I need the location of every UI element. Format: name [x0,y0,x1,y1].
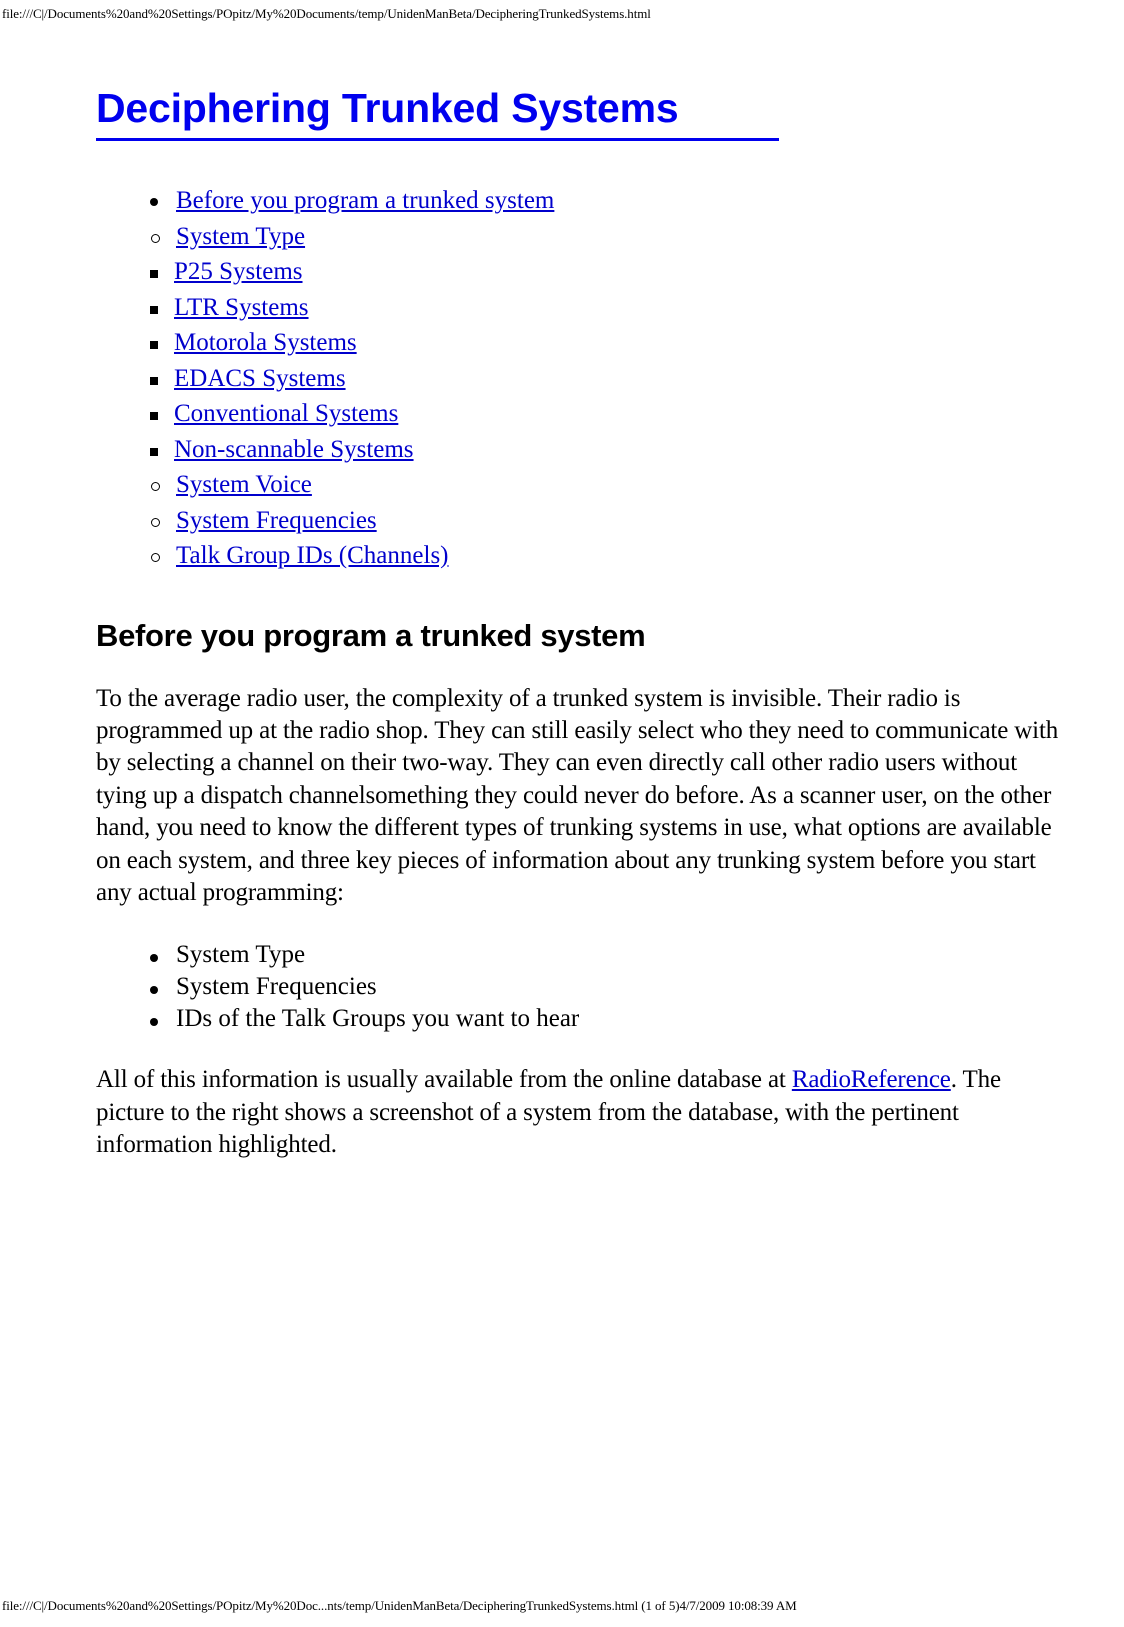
list-item: System Frequencies [96,503,1068,539]
disc-bullet-icon [150,198,158,206]
document-content: Deciphering Trunked Systems Before you p… [96,84,1068,1162]
circle-bullet-icon [151,233,160,243]
radioreference-link[interactable]: RadioReference [792,1066,951,1093]
key-info-system-frequencies: System Frequencies [176,973,377,1001]
browser-footer-url: file:///C|/Documents%20and%20Settings/PO… [2,1598,797,1613]
toc-link-system-voice[interactable]: System Voice [176,471,312,498]
circle-bullet-icon [151,517,160,527]
disc-bullet-icon [150,986,158,995]
list-item: Conventional Systems [96,396,1068,432]
toc-link-system-frequencies[interactable]: System Frequencies [176,507,377,534]
title-underline-rule [96,138,779,141]
list-item: IDs of the Talk Groups you want to hear [96,1003,1068,1035]
database-paragraph-text-before: All of this information is usually avail… [96,1066,792,1094]
toc-link-ltr-systems[interactable]: LTR Systems [174,294,309,321]
key-info-system-type: System Type [176,941,306,969]
database-paragraph: All of this information is usually avail… [96,1064,1068,1161]
square-bullet-icon [150,447,158,456]
key-information-list: System Type System Frequencies IDs of th… [96,939,1068,1035]
intro-paragraph: To the average radio user, the complexit… [96,684,1059,906]
section-heading: Before you program a trunked system [96,617,646,653]
browser-header-url: file:///C|/Documents%20and%20Settings/PO… [2,6,651,21]
list-item: P25 Systems [96,254,1068,290]
toc-link-non-scannable-systems[interactable]: Non-scannable Systems [174,436,414,463]
list-item: Before you program a trunked system [96,183,1068,219]
list-item: LTR Systems [96,290,1068,326]
table-of-contents: Before you program a trunked system Syst… [96,183,1068,574]
square-bullet-icon [150,270,158,278]
list-item: EDACS Systems [96,361,1068,397]
circle-bullet-icon [151,553,160,562]
disc-bullet-icon [150,954,158,963]
list-item: System Type [96,939,1068,971]
page-title: Deciphering Trunked Systems [96,85,679,131]
toc-link-edacs-systems[interactable]: EDACS Systems [174,365,346,392]
list-item: Motorola Systems [96,325,1068,361]
toc-link-before-you-program-a-trunked-system[interactable]: Before you program a trunked system [176,187,554,214]
square-bullet-icon [150,376,158,385]
list-item: System Type [96,219,1068,255]
list-item: System Frequencies [96,971,1068,1003]
toc-link-p25-systems[interactable]: P25 Systems [174,258,303,285]
list-item: Non-scannable Systems [96,432,1068,468]
list-item: System Voice [96,467,1068,503]
toc-link-conventional-systems[interactable]: Conventional Systems [174,400,398,427]
toc-link-talk-group-ids[interactable]: Talk Group IDs (Channels) [176,542,449,569]
square-bullet-icon [150,305,158,314]
square-bullet-icon [150,341,158,349]
circle-bullet-icon [151,482,160,491]
key-info-talk-group-ids: IDs of the Talk Groups you want to hear [176,1005,580,1033]
toc-link-system-type[interactable]: System Type [176,223,305,250]
list-item: Talk Group IDs (Channels) [96,538,1068,574]
square-bullet-icon [150,412,158,420]
disc-bullet-icon [150,1018,158,1027]
toc-link-motorola-systems[interactable]: Motorola Systems [174,329,357,356]
